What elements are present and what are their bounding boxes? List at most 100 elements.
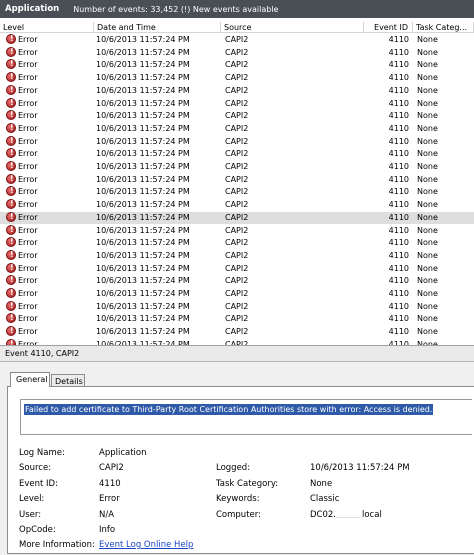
source-value: CAPI2 (99, 463, 124, 473)
redaction-mark (336, 511, 362, 518)
cell-task-category: None (417, 111, 438, 121)
cell-level: Error (18, 263, 38, 273)
table-row[interactable]: Error 10/6/2013 11:57:24 PM CAPI2 4110 None (0, 34, 474, 47)
table-row[interactable]: Error 10/6/2013 11:57:24 PM CAPI2 4110 None (0, 326, 474, 339)
column-header-level[interactable]: Level (0, 22, 94, 33)
cell-level: Error (18, 301, 38, 311)
cell-task-category: None (417, 174, 438, 184)
table-row[interactable]: Error 10/6/2013 11:57:24 PM CAPI2 4110 None (0, 122, 474, 136)
tab-details[interactable]: Details (51, 374, 85, 386)
cell-source: CAPI2 (225, 35, 249, 44)
cell-level: Error (18, 276, 38, 286)
cell-level: Error (18, 187, 38, 197)
cell-date-time: 10/6/2013 11:57:24 PM (96, 60, 190, 70)
cell-event-id: 4110 (388, 276, 409, 286)
table-row[interactable]: Error 10/6/2013 11:57:24 PM CAPI2 4110 None (0, 148, 474, 161)
level-value: Error (99, 494, 120, 504)
log-title: Application (5, 4, 60, 14)
cell-event-id: 4110 (388, 136, 409, 146)
table-row[interactable]: Error 10/6/2013 11:57:24 PM CAPI2 4110 None (0, 135, 474, 149)
table-row[interactable]: Error 10/6/2013 11:57:24 PM CAPI2 4110 None (0, 199, 474, 212)
cell-source: CAPI2 (225, 289, 249, 298)
cell-task-category: None (417, 85, 438, 95)
cell-level: Error (18, 238, 38, 248)
cell-level: Error (18, 136, 38, 146)
cell-task-category: None (417, 250, 438, 260)
cell-date-time: 10/6/2013 11:57:24 PM (96, 314, 190, 324)
table-row[interactable]: Error 10/6/2013 11:57:24 PM CAPI2 4110 None (0, 211, 474, 225)
event-message-box[interactable]: Failed to add certificate to Third-Party… (20, 399, 472, 435)
cell-event-id: 4110 (388, 85, 409, 95)
table-row[interactable]: Error 10/6/2013 11:57:24 PM CAPI2 4110 None (0, 224, 474, 238)
cell-source: CAPI2 (225, 187, 249, 197)
general-panel: Failed to add certificate to Third-Party… (7, 386, 474, 554)
events-grid[interactable]: Level Date and Time Source Event ID Task… (0, 18, 474, 346)
cell-date-time: 10/6/2013 11:57:24 PM (96, 187, 190, 197)
table-row[interactable]: Error 10/6/2013 11:57:24 PM CAPI2 4110 None (0, 313, 474, 326)
cell-level: Error (18, 98, 38, 108)
column-header-event-id[interactable]: Event ID (364, 22, 413, 33)
cell-source: CAPI2 (225, 212, 249, 222)
cell-event-id: 4110 (388, 263, 409, 273)
cell-task-category: None (417, 187, 438, 197)
table-row[interactable]: Error 10/6/2013 11:57:24 PM CAPI2 4110 None (0, 110, 474, 123)
cell-source: CAPI2 (225, 111, 249, 121)
cell-source: CAPI2 (225, 200, 249, 210)
table-row[interactable]: Error 10/6/2013 11:57:24 PM CAPI2 4110 None (0, 97, 474, 111)
cell-task-category: None (417, 73, 438, 83)
column-header-date[interactable]: Date and Time (94, 22, 221, 33)
cell-level: Error (18, 149, 38, 159)
cell-task-category: None (417, 200, 438, 210)
table-row[interactable]: Error 10/6/2013 11:57:24 PM CAPI2 4110 None (0, 84, 474, 98)
cell-event-id: 4110 (388, 200, 409, 210)
column-header-task-category[interactable]: Task Categ... (413, 22, 474, 33)
user-label: User: (19, 510, 42, 520)
cell-source: CAPI2 (225, 276, 249, 286)
table-row[interactable]: Error 10/6/2013 11:57:24 PM CAPI2 4110 None (0, 300, 474, 314)
table-row[interactable]: Error 10/6/2013 11:57:24 PM CAPI2 4110 None (0, 262, 474, 276)
table-row[interactable]: Error 10/6/2013 11:57:24 PM CAPI2 4110 None (0, 237, 474, 250)
table-row[interactable]: Error 10/6/2013 11:57:24 PM CAPI2 4110 None (0, 161, 474, 174)
cell-date-time: 10/6/2013 11:57:24 PM (96, 98, 190, 108)
cell-level: Error (18, 73, 38, 83)
cell-event-id: 4110 (388, 225, 409, 235)
table-row[interactable]: Error 10/6/2013 11:57:24 PM CAPI2 4110 None (0, 59, 474, 72)
computer-suffix: local (362, 510, 382, 520)
cell-date-time: 10/6/2013 11:57:24 PM (96, 162, 190, 171)
keywords-label: Keywords: (216, 494, 260, 504)
cell-event-id: 4110 (388, 35, 409, 44)
cell-task-category: None (417, 314, 438, 324)
table-row[interactable]: Error 10/6/2013 11:57:24 PM CAPI2 4110 None (0, 186, 474, 199)
event-message[interactable]: Failed to add certificate to Third-Party… (24, 404, 434, 415)
table-row[interactable]: Error 10/6/2013 11:57:24 PM CAPI2 4110 None (0, 338, 474, 346)
cell-task-category: None (417, 339, 438, 346)
table-row[interactable]: Error 10/6/2013 11:57:24 PM CAPI2 4110 None (0, 249, 474, 263)
cell-source: CAPI2 (225, 327, 249, 337)
computer-value: DC02. local (310, 510, 382, 520)
cell-date-time: 10/6/2013 11:57:24 PM (96, 301, 190, 311)
cell-date-time: 10/6/2013 11:57:24 PM (96, 263, 190, 273)
event-count-status: Number of events: 33,452 (!) New events … (73, 4, 279, 14)
table-row[interactable]: Error 10/6/2013 11:57:24 PM CAPI2 4110 None (0, 46, 474, 60)
cell-level: Error (18, 250, 38, 260)
cell-date-time: 10/6/2013 11:57:24 PM (96, 327, 190, 337)
cell-event-id: 4110 (388, 47, 409, 57)
table-row[interactable]: Error 10/6/2013 11:57:24 PM CAPI2 4110 None (0, 72, 474, 85)
cell-task-category: None (417, 263, 438, 273)
cell-event-id: 4110 (388, 149, 409, 159)
table-row[interactable]: Error 10/6/2013 11:57:24 PM CAPI2 4110 None (0, 288, 474, 301)
cell-event-id: 4110 (388, 301, 409, 311)
cell-date-time: 10/6/2013 11:57:24 PM (96, 123, 190, 133)
cell-source: CAPI2 (225, 301, 249, 311)
cell-event-id: 4110 (388, 111, 409, 121)
cell-source: CAPI2 (225, 149, 249, 159)
cell-level: Error (18, 174, 38, 184)
cell-date-time: 10/6/2013 11:57:24 PM (96, 238, 190, 248)
tab-general[interactable]: General (10, 372, 50, 387)
table-row[interactable]: Error 10/6/2013 11:57:24 PM CAPI2 4110 None (0, 275, 474, 288)
event-log-online-help-link[interactable]: Event Log Online Help (99, 540, 193, 550)
user-value: N/A (99, 510, 115, 520)
cell-date-time: 10/6/2013 11:57:24 PM (96, 111, 190, 121)
table-row[interactable]: Error 10/6/2013 11:57:24 PM CAPI2 4110 None (0, 173, 474, 187)
column-header-source[interactable]: Source (221, 22, 364, 33)
